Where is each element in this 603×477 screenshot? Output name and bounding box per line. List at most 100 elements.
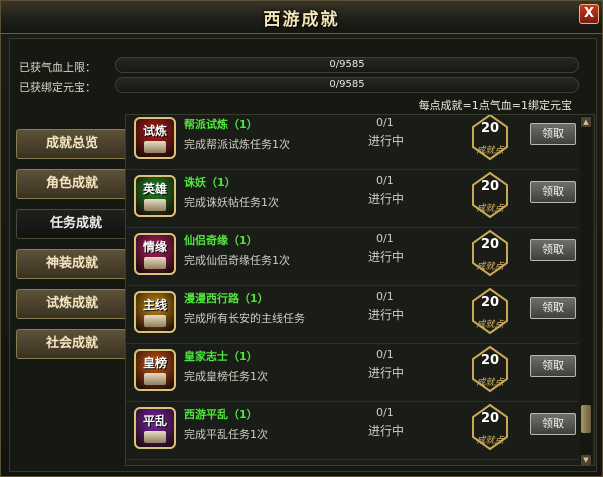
tab-trial[interactable]: 试炼成就 — [16, 289, 128, 319]
achievement-row: 情缘 仙侣奇缘（1） 完成仙侣奇缘任务1次 0/1 进行中 20 成就点 领取 — [126, 227, 578, 286]
tab-trial-label: 试炼成就 — [45, 296, 98, 311]
scroll-down-arrow-icon[interactable]: ▼ — [581, 455, 591, 465]
points-label: 成就点 — [476, 320, 504, 330]
achievement-desc: 完成帮派试炼任务1次 — [184, 138, 290, 151]
achievement-points-badge: 20 成就点 — [470, 115, 510, 161]
book-icon — [144, 431, 166, 443]
hero-icon: 英雄 — [134, 175, 176, 217]
book-icon — [144, 141, 166, 153]
book-icon — [144, 199, 166, 211]
achievements-window: 西游成就 X 已获气血上限： 0/9585 已获绑定元宝： 0/9585 每点成… — [0, 0, 603, 477]
scroll-thumb[interactable] — [581, 405, 591, 433]
claim-button[interactable]: 领取 — [530, 355, 576, 377]
icon-text: 皇榜 — [142, 356, 167, 370]
main-quest-icon: 主线 — [134, 291, 176, 333]
achievement-desc: 完成皇榜任务1次 — [184, 370, 268, 383]
tab-social[interactable]: 社会成就 — [16, 329, 128, 359]
achievement-progress: 0/1 — [376, 232, 394, 245]
achievement-row: 英雄 诛妖（1） 完成诛妖帖任务1次 0/1 进行中 20 成就点 领取 — [126, 169, 578, 228]
achievement-progress: 0/1 — [376, 174, 394, 187]
imperial-list-icon: 皇榜 — [134, 349, 176, 391]
achievement-row: 主线 漫漫西行路（1） 完成所有长安的主线任务 0/1 进行中 20 成就点 领… — [126, 285, 578, 344]
tab-divine-gear-label: 神装成就 — [45, 256, 98, 271]
romance-icon: 情缘 — [134, 233, 176, 275]
points-value: 20 — [480, 237, 500, 252]
bound-ingot-value: 0/9585 — [329, 79, 365, 90]
book-icon — [144, 257, 166, 269]
tab-quest[interactable]: 任务成就 — [16, 209, 136, 239]
achievement-row: 皇榜 皇家志士（1） 完成皇榜任务1次 0/1 进行中 20 成就点 领取 — [126, 343, 578, 402]
claim-button[interactable]: 领取 — [530, 297, 576, 319]
bound-ingot-bar: 0/9585 — [115, 77, 579, 93]
points-label: 成就点 — [476, 262, 504, 272]
tab-character[interactable]: 角色成就 — [16, 169, 128, 199]
achievement-desc: 完成诛妖帖任务1次 — [184, 196, 279, 209]
achievement-name: 漫漫西行路（1） — [184, 292, 269, 305]
hp-bonus-value: 0/9585 — [329, 59, 365, 70]
achievement-status: 进行中 — [368, 366, 405, 380]
points-label: 成就点 — [476, 436, 504, 446]
achievement-row: 平乱 西游平乱（1） 完成平乱任务1次 0/1 进行中 20 成就点 领取 — [126, 401, 578, 460]
claim-button[interactable]: 领取 — [530, 181, 576, 203]
achievement-status: 进行中 — [368, 424, 405, 438]
achievement-progress: 0/1 — [376, 406, 394, 419]
achievement-points-badge: 20 成就点 — [470, 403, 510, 451]
achievement-name: 西游平乱（1） — [184, 408, 258, 421]
achievement-name: 诛妖（1） — [184, 176, 236, 189]
achievement-desc: 完成仙侣奇缘任务1次 — [184, 254, 290, 267]
achievement-progress: 0/1 — [376, 290, 394, 303]
close-button[interactable]: X — [579, 4, 599, 24]
tab-overview-label: 成就总览 — [45, 136, 98, 151]
points-label: 成就点 — [476, 378, 504, 388]
achievement-name: 帮派试炼（1） — [184, 118, 258, 131]
achievement-desc: 完成所有长安的主线任务 — [184, 312, 305, 325]
book-icon — [144, 373, 166, 385]
icon-text: 试炼 — [142, 124, 167, 138]
points-value: 20 — [480, 121, 500, 136]
achievement-name: 皇家志士（1） — [184, 350, 258, 363]
icon-text: 主线 — [142, 298, 167, 312]
achievement-progress: 0/1 — [376, 348, 394, 361]
tab-social-label: 社会成就 — [45, 336, 98, 351]
tab-quest-label: 任务成就 — [49, 216, 102, 231]
claim-button[interactable]: 领取 — [530, 413, 576, 435]
points-value: 20 — [480, 411, 500, 426]
bound-ingot-label: 已获绑定元宝： — [19, 81, 96, 94]
achievement-points-badge: 20 成就点 — [470, 229, 510, 277]
achievement-status: 进行中 — [368, 308, 405, 322]
achievement-status: 进行中 — [368, 134, 405, 148]
scroll-up-arrow-icon[interactable]: ▲ — [581, 117, 591, 127]
points-label: 成就点 — [476, 204, 504, 214]
achievement-status: 进行中 — [368, 192, 405, 206]
points-value: 20 — [480, 179, 500, 194]
points-value: 20 — [480, 353, 500, 368]
tab-character-label: 角色成就 — [45, 176, 98, 191]
guild-trial-icon: 试炼 — [134, 117, 176, 159]
icon-text: 平乱 — [142, 414, 167, 428]
achievement-points-badge: 20 成就点 — [470, 171, 510, 219]
achievement-desc: 完成平乱任务1次 — [184, 428, 268, 441]
points-value: 20 — [480, 295, 500, 310]
icon-text: 英雄 — [142, 182, 167, 196]
ratio-note: 每点成就=1点气血=1绑定元宝 — [418, 99, 572, 112]
points-label: 成就点 — [476, 146, 504, 156]
tab-divine-gear[interactable]: 神装成就 — [16, 249, 128, 279]
claim-button[interactable]: 领取 — [530, 239, 576, 261]
tab-overview[interactable]: 成就总览 — [16, 129, 128, 159]
achievement-points-badge: 20 成就点 — [470, 345, 510, 393]
claim-button[interactable]: 领取 — [530, 123, 576, 145]
title-bar[interactable]: 西游成就 X — [1, 1, 602, 34]
hp-bonus-bar: 0/9585 — [115, 57, 579, 73]
achievement-status: 进行中 — [368, 250, 405, 264]
hp-bonus-label: 已获气血上限： — [19, 61, 96, 74]
list-scrollbar[interactable]: ▲ ▼ — [580, 115, 592, 465]
window-title: 西游成就 — [263, 9, 340, 30]
book-icon — [144, 315, 166, 327]
achievement-name: 仙侣奇缘（1） — [184, 234, 258, 247]
achievement-points-badge: 20 成就点 — [470, 287, 510, 335]
rebellion-icon: 平乱 — [134, 407, 176, 449]
icon-text: 情缘 — [142, 240, 167, 254]
achievement-list: 试炼 帮派试炼（1） 完成帮派试炼任务1次 0/1 进行中 20 成就点 领取 … — [125, 114, 595, 466]
achievement-row: 试炼 帮派试炼（1） 完成帮派试炼任务1次 0/1 进行中 20 成就点 领取 — [126, 115, 578, 170]
achievement-progress: 0/1 — [376, 116, 394, 129]
